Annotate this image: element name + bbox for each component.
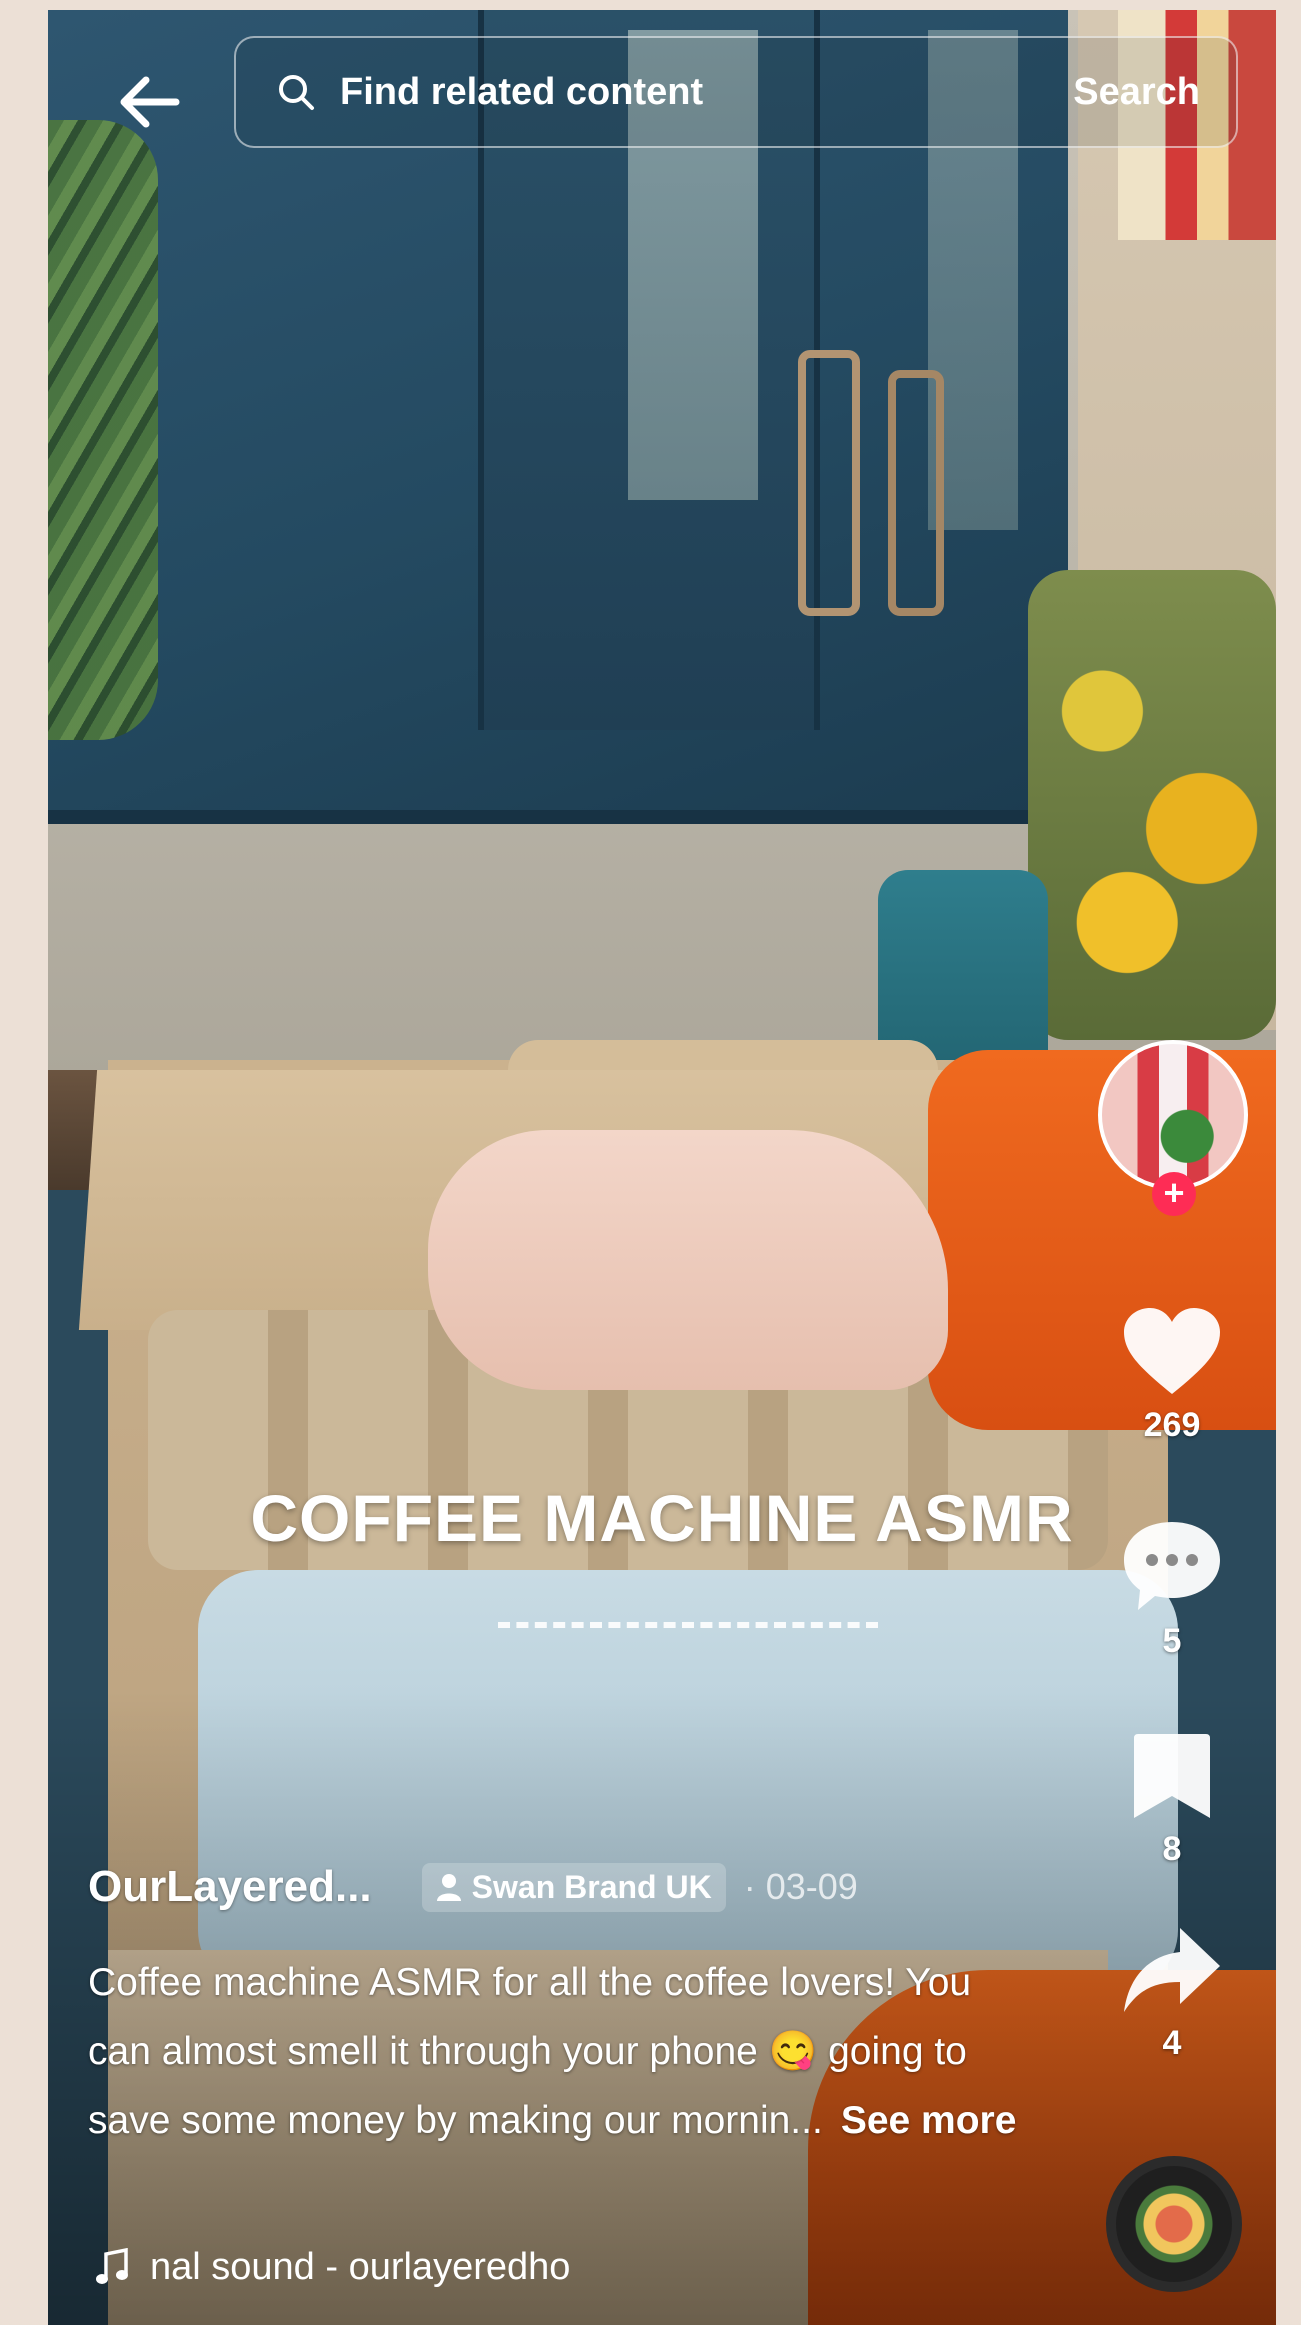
video-frame-hand — [428, 1130, 948, 1390]
bookmark-icon — [1134, 1734, 1210, 1818]
music-disc[interactable] — [1106, 2156, 1242, 2292]
search-icon — [279, 75, 314, 110]
author-name[interactable]: OurLayered... — [88, 1862, 372, 1912]
see-more-link[interactable]: See more — [841, 2099, 1017, 2142]
search-button[interactable]: Search — [1073, 71, 1200, 114]
caption-text: Coffee machine ASMR for all the coffee l… — [88, 1961, 972, 2142]
share-icon — [1124, 1928, 1220, 2012]
back-arrow-icon — [120, 76, 180, 128]
search-input[interactable] — [338, 69, 1074, 115]
video-frame-flowers — [1028, 570, 1276, 1040]
person-icon — [436, 1874, 461, 1901]
back-button[interactable] — [108, 62, 188, 142]
author-row: OurLayered... Swan Brand UK · 03-09 — [88, 1862, 858, 1912]
overlay-divider — [498, 1622, 878, 1628]
music-note-icon — [96, 2247, 128, 2284]
creator-avatar[interactable] — [1098, 1040, 1248, 1190]
comment-count: 5 — [1162, 1622, 1182, 1660]
search-bar[interactable]: Search — [234, 36, 1238, 148]
post-caption: Coffee machine ASMR for all the coffee l… — [88, 1948, 1028, 2155]
video-overlay-text: COFFEE MACHINE ASMR — [250, 1481, 1074, 1555]
video-player[interactable]: Search + 269 5 8 4 COFFEE MACHINE ASMR — [48, 10, 1276, 2325]
heart-icon — [1124, 1308, 1220, 1394]
share-button[interactable]: 4 — [1112, 1924, 1232, 2063]
sound-link[interactable]: nal sound - ourlayeredho — [94, 2246, 570, 2289]
brand-tag[interactable]: Swan Brand UK — [421, 1862, 726, 1912]
share-count: 4 — [1162, 2024, 1182, 2062]
post-date: · 03-09 — [743, 1866, 858, 1907]
video-frame-handle — [888, 370, 944, 616]
save-count: 8 — [1162, 1830, 1182, 1868]
sound-name: nal sound - ourlayeredho — [150, 2246, 571, 2288]
video-frame-plant — [48, 120, 158, 740]
save-button[interactable]: 8 — [1112, 1730, 1232, 1869]
like-button[interactable]: 269 — [1112, 1306, 1232, 1445]
like-count: 269 — [1143, 1406, 1201, 1444]
video-frame-handle — [798, 350, 860, 616]
follow-button[interactable]: + — [1152, 1172, 1196, 1216]
brand-tag-label: Swan Brand UK — [471, 1868, 712, 1905]
